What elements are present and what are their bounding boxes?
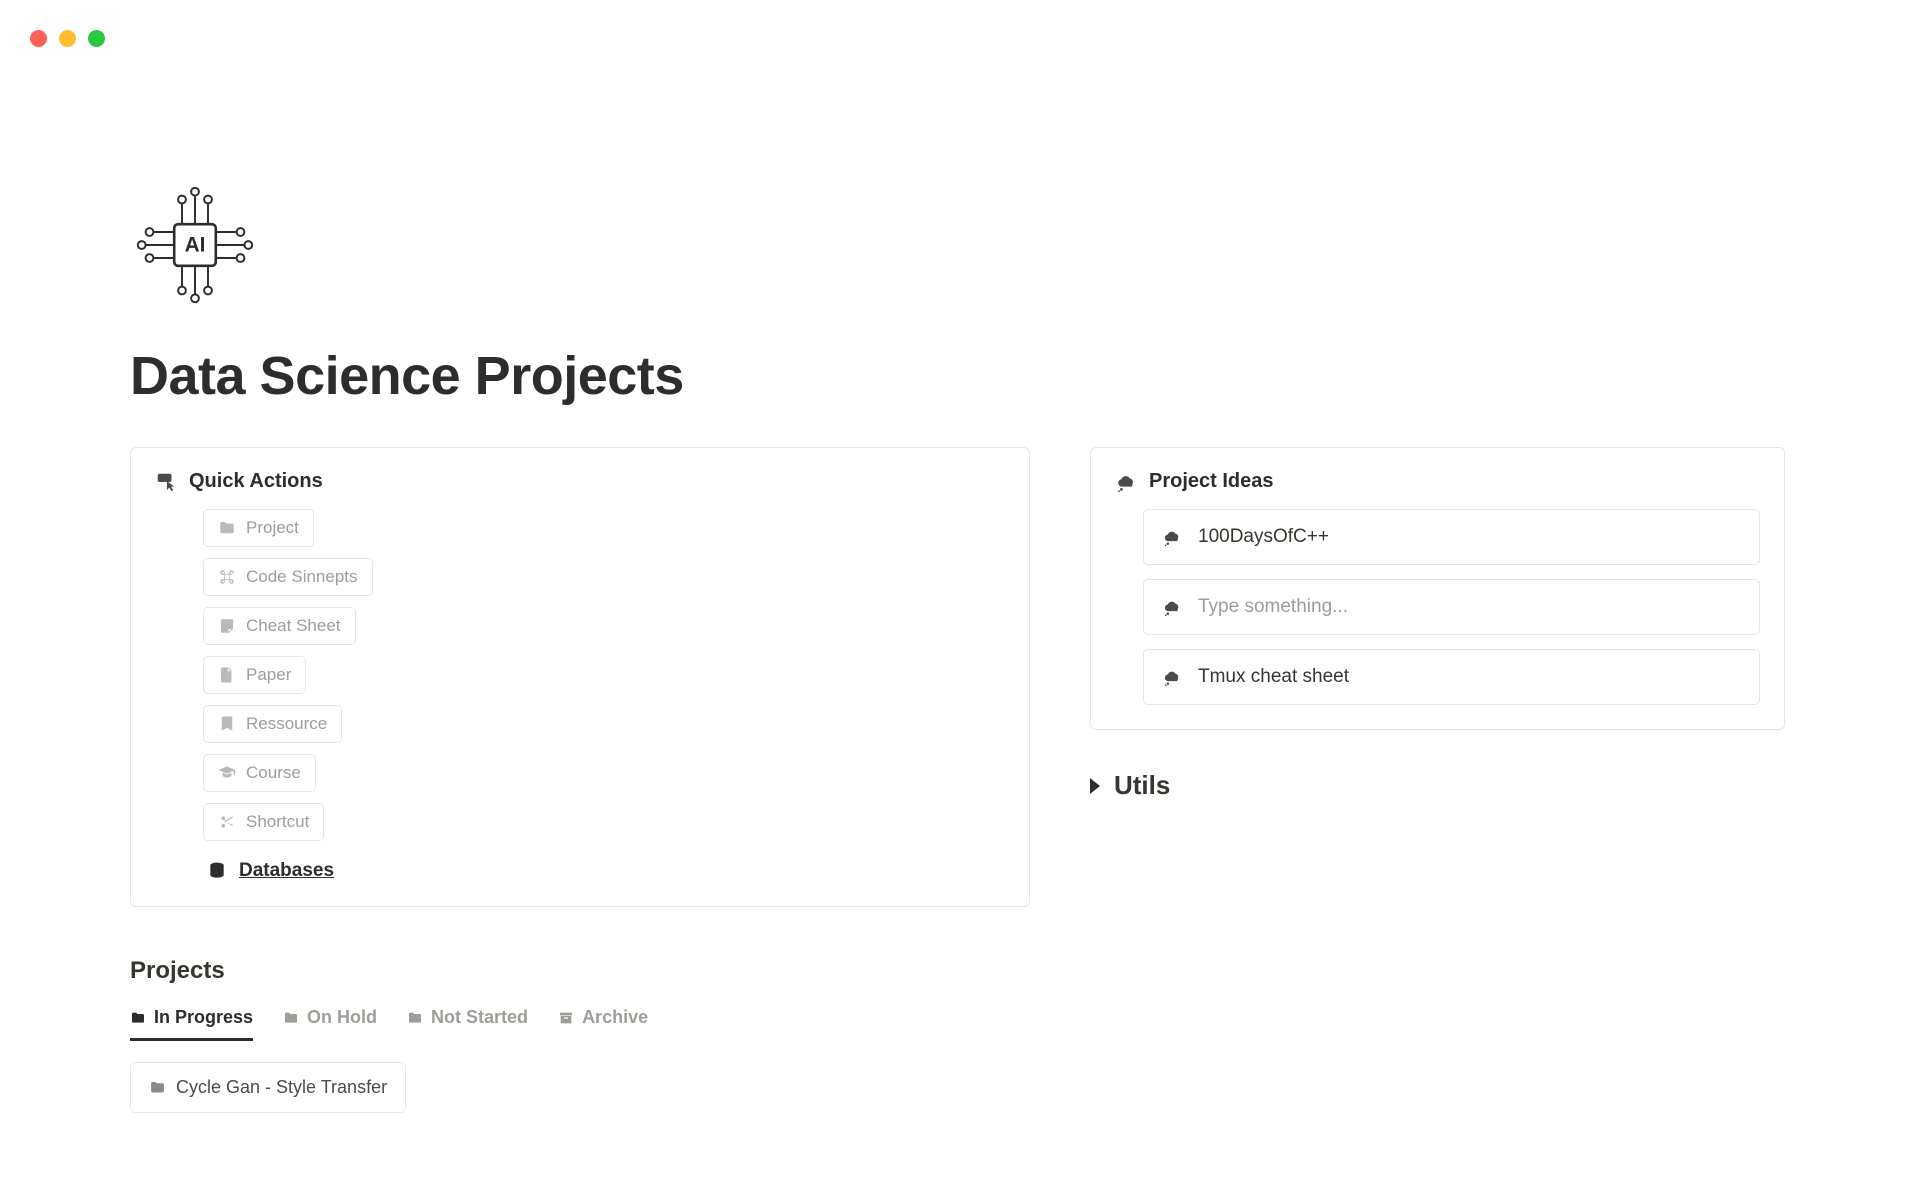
quick-action-label: Project (246, 518, 299, 538)
quick-action-project[interactable]: Project (203, 509, 314, 547)
quick-action-label: Cheat Sheet (246, 616, 341, 636)
tab-not-started[interactable]: Not Started (407, 1007, 528, 1041)
projects-section: Projects In Progress On Hold Not Started… (130, 957, 1790, 1113)
tab-in-progress[interactable]: In Progress (130, 1007, 253, 1041)
tab-label: On Hold (307, 1007, 377, 1028)
idea-label: 100DaysOfC++ (1198, 526, 1329, 548)
quick-action-cheat-sheet[interactable]: Cheat Sheet (203, 607, 356, 645)
idea-label: Type something... (1198, 596, 1348, 618)
quick-action-label: Ressource (246, 714, 327, 734)
quick-action-label: Shortcut (246, 812, 309, 832)
caret-right-icon (1090, 778, 1100, 794)
tab-label: Not Started (431, 1007, 528, 1028)
quick-action-shortcut[interactable]: Shortcut (203, 803, 324, 841)
note-icon (218, 617, 236, 635)
window-controls (30, 30, 105, 47)
thought-cloud-icon (1162, 667, 1182, 687)
database-icon (207, 861, 227, 881)
folder-icon (218, 519, 236, 537)
tab-on-hold[interactable]: On Hold (283, 1007, 377, 1041)
folder-icon (130, 1010, 146, 1026)
project-ideas-title: Project Ideas (1149, 470, 1274, 493)
projects-title: Projects (130, 957, 1790, 985)
document-icon (218, 666, 236, 684)
tab-label: Archive (582, 1007, 648, 1028)
project-ideas-card: Project Ideas 100DaysOfC++ Type somethin… (1090, 447, 1785, 730)
utils-title: Utils (1114, 770, 1170, 801)
maximize-window-button[interactable] (88, 30, 105, 47)
close-window-button[interactable] (30, 30, 47, 47)
quick-action-label: Code Sinnepts (246, 567, 358, 587)
quick-action-course[interactable]: Course (203, 754, 316, 792)
command-icon (218, 568, 236, 586)
graduation-icon (218, 764, 236, 782)
quick-action-paper[interactable]: Paper (203, 656, 306, 694)
databases-label: Databases (239, 860, 334, 882)
page-icon[interactable]: AI (130, 180, 1790, 315)
tab-label: In Progress (154, 1007, 253, 1028)
projects-tabs: In Progress On Hold Not Started Archive (130, 1007, 1790, 1042)
project-card-label: Cycle Gan - Style Transfer (176, 1077, 387, 1098)
folder-icon (407, 1010, 423, 1026)
quick-actions-title: Quick Actions (189, 470, 323, 493)
databases-link[interactable]: Databases (203, 860, 1005, 882)
utils-toggle[interactable]: Utils (1090, 770, 1785, 801)
idea-label: Tmux cheat sheet (1198, 666, 1349, 688)
click-pointer-icon (155, 471, 177, 493)
svg-text:AI: AI (185, 234, 206, 257)
project-card[interactable]: Cycle Gan - Style Transfer (130, 1062, 406, 1113)
thought-cloud-icon (1162, 527, 1182, 547)
project-idea-item[interactable]: Type something... (1143, 579, 1760, 635)
folder-icon (149, 1079, 166, 1096)
thought-cloud-icon (1115, 471, 1137, 493)
page-title: Data Science Projects (130, 345, 1790, 407)
scissors-icon (218, 813, 236, 831)
quick-action-ressource[interactable]: Ressource (203, 705, 342, 743)
tab-archive[interactable]: Archive (558, 1007, 648, 1041)
archive-icon (558, 1010, 574, 1026)
quick-action-label: Paper (246, 665, 291, 685)
project-idea-item[interactable]: Tmux cheat sheet (1143, 649, 1760, 705)
thought-cloud-icon (1162, 597, 1182, 617)
quick-actions-card: Quick Actions Project Code Sinnepts Chea… (130, 447, 1030, 907)
quick-action-code-sinnepts[interactable]: Code Sinnepts (203, 558, 373, 596)
bookmark-icon (218, 715, 236, 733)
minimize-window-button[interactable] (59, 30, 76, 47)
ai-chip-icon: AI (130, 180, 260, 310)
folder-icon (283, 1010, 299, 1026)
project-idea-item[interactable]: 100DaysOfC++ (1143, 509, 1760, 565)
quick-action-label: Course (246, 763, 301, 783)
